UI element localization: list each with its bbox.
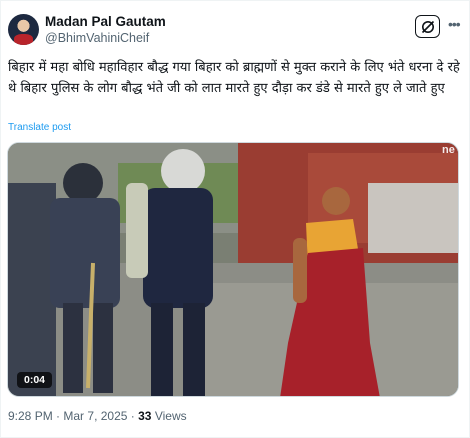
meta-separator: ·: [56, 409, 61, 423]
grok-button[interactable]: [415, 15, 440, 38]
post-meta: 9:28 PM · Mar 7, 2025 · 33 Views: [8, 409, 187, 423]
author-handle[interactable]: @BhimVahiniCheif: [45, 31, 149, 45]
video-watermark: ne: [442, 144, 455, 156]
views-count: 33: [138, 409, 152, 423]
author-name[interactable]: Madan Pal Gautam: [45, 14, 166, 29]
more-dots-icon[interactable]: •••: [448, 15, 464, 33]
tweet-card: Madan Pal Gautam @BhimVahiniCheif ••• बि…: [0, 0, 470, 438]
post-date[interactable]: Mar 7, 2025: [63, 409, 127, 423]
translate-link[interactable]: Translate post: [8, 122, 71, 133]
avatar[interactable]: [8, 14, 39, 45]
views-label: Views: [154, 409, 187, 423]
video-frame: [8, 143, 458, 396]
post-text: बिहार में महा बोधि महाविहार बौद्ध गया बि…: [8, 60, 460, 96]
post-time[interactable]: 9:28 PM: [8, 409, 53, 423]
video-player[interactable]: [7, 142, 459, 397]
meta-separator: ·: [130, 409, 135, 423]
grok-icon: [421, 20, 434, 33]
video-duration-badge: 0:04: [17, 372, 52, 388]
